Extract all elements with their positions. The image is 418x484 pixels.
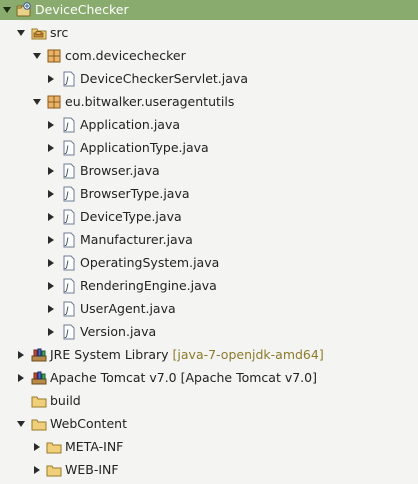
tree-item-devicechecker[interactable]: DeviceChecker <box>0 0 418 20</box>
package-icon <box>46 48 62 64</box>
expand-arrow-icon[interactable] <box>46 327 56 337</box>
folder-icon <box>31 393 47 409</box>
java-file-icon: J <box>61 232 77 248</box>
expand-arrow-icon[interactable] <box>32 442 42 452</box>
tree-item-label: META-INF <box>65 438 124 454</box>
collapse-arrow-icon[interactable] <box>16 419 26 429</box>
folder-icon <box>31 416 47 432</box>
tree-item-src[interactable]: src <box>0 21 418 44</box>
collapse-arrow-icon[interactable] <box>32 51 42 61</box>
java-file-icon: J <box>61 71 77 87</box>
tree-item-java-file[interactable]: J ApplicationType.java <box>0 136 418 159</box>
tree-item-label: eu.bitwalker.useragentutils <box>65 93 235 109</box>
tree-item-label: RenderingEngine.java <box>80 277 217 293</box>
tree-item-java-file[interactable]: J UserAgent.java <box>0 297 418 320</box>
tree-item-apache-tomcat[interactable]: Apache Tomcat v7.0 [Apache Tomcat v7.0] <box>0 366 418 389</box>
tree-item-label: Version.java <box>80 323 157 339</box>
java-file-icon: J <box>61 301 77 317</box>
expand-arrow-icon[interactable] <box>46 235 56 245</box>
expand-arrow-icon[interactable] <box>46 74 56 84</box>
expand-arrow-icon[interactable] <box>46 120 56 130</box>
library-decoration: [Apache Tomcat v7.0] <box>180 369 317 385</box>
folder-icon <box>46 439 62 455</box>
library-name: Apache Tomcat v7.0 <box>50 369 177 385</box>
tree-item-label: ApplicationType.java <box>80 139 209 155</box>
tree-item-label: UserAgent.java <box>80 300 176 316</box>
library-icon <box>31 370 47 386</box>
tree-item-java-file[interactable]: J DeviceType.java <box>0 205 418 228</box>
expand-arrow-icon[interactable] <box>46 189 56 199</box>
library-decoration: [java-7-openjdk-amd64] <box>172 346 324 362</box>
java-file-icon: J <box>61 278 77 294</box>
folder-icon <box>46 462 62 478</box>
tree-item-java-file[interactable]: J BrowserType.java <box>0 182 418 205</box>
tree-item-webcontent[interactable]: WebContent <box>0 412 418 435</box>
java-file-icon: J <box>61 140 77 156</box>
tree-item-label: Application.java <box>80 116 181 132</box>
expand-arrow-icon[interactable] <box>46 304 56 314</box>
tree-item-label: DeviceChecker <box>35 2 129 17</box>
java-file-icon: J <box>61 163 77 179</box>
tree-item-label: WebContent <box>50 415 127 431</box>
collapse-arrow-icon[interactable] <box>32 97 42 107</box>
expand-arrow-icon[interactable] <box>46 281 56 291</box>
collapse-arrow-icon[interactable] <box>2 5 12 15</box>
tree-item-java-file[interactable]: J Application.java <box>0 113 418 136</box>
java-file-icon: J <box>61 324 77 340</box>
tree-item-label: Browser.java <box>80 162 160 178</box>
source-folder-icon <box>31 25 47 41</box>
tree-item-java-file[interactable]: J RenderingEngine.java <box>0 274 418 297</box>
java-file-icon: J <box>61 117 77 133</box>
tree-item-label: build <box>50 392 81 408</box>
tree-item-package-com-devicechecker[interactable]: com.devicechecker <box>0 44 418 67</box>
java-file-icon: J <box>61 209 77 225</box>
tree-item-java-file[interactable]: J Browser.java <box>0 159 418 182</box>
tree-item-label: DeviceCheckerServlet.java <box>80 70 248 86</box>
tree-item-java-file[interactable]: J DeviceCheckerServlet.java <box>0 67 418 90</box>
expand-arrow-icon[interactable] <box>46 212 56 222</box>
library-name: JRE System Library <box>50 346 169 362</box>
expand-arrow-icon[interactable] <box>46 258 56 268</box>
tree-item-label: Apache Tomcat v7.0 [Apache Tomcat v7.0] <box>50 370 317 386</box>
expand-arrow-icon[interactable] <box>46 166 56 176</box>
package-icon <box>46 94 62 110</box>
tree-item-web-inf[interactable]: WEB-INF <box>0 458 418 481</box>
tree-item-label: src <box>50 24 69 40</box>
java-file-icon: J <box>61 186 77 202</box>
expand-arrow-icon[interactable] <box>16 373 26 383</box>
project-icon <box>16 2 32 18</box>
library-icon <box>31 347 47 363</box>
tree-item-build[interactable]: build <box>0 389 418 412</box>
java-file-icon: J <box>61 255 77 271</box>
tree-item-label: WEB-INF <box>65 461 119 477</box>
tree-item-java-file[interactable]: J OperatingSystem.java <box>0 251 418 274</box>
collapse-arrow-icon[interactable] <box>16 28 26 38</box>
project-explorer-tree: DeviceChecker src com.devicechecker J De… <box>0 0 418 484</box>
tree-item-java-file[interactable]: J Manufacturer.java <box>0 228 418 251</box>
tree-item-label: com.devicechecker <box>65 47 186 63</box>
expand-arrow-icon[interactable] <box>16 350 26 360</box>
expand-arrow-icon[interactable] <box>32 465 42 475</box>
tree-item-label: JRE System Library [java-7-openjdk-amd64… <box>50 347 324 363</box>
tree-item-meta-inf[interactable]: META-INF <box>0 435 418 458</box>
tree-item-java-file[interactable]: J Version.java <box>0 320 418 343</box>
tree-item-label: DeviceType.java <box>80 208 182 224</box>
tree-item-package-eu-bitwalker-useragentutils[interactable]: eu.bitwalker.useragentutils <box>0 90 418 113</box>
tree-item-label: Manufacturer.java <box>80 231 193 247</box>
tree-item-label: BrowserType.java <box>80 185 190 201</box>
tree-item-jre-system-library[interactable]: JRE System Library [java-7-openjdk-amd64… <box>0 343 418 366</box>
tree-item-label: OperatingSystem.java <box>80 254 220 270</box>
expand-arrow-icon[interactable] <box>46 143 56 153</box>
